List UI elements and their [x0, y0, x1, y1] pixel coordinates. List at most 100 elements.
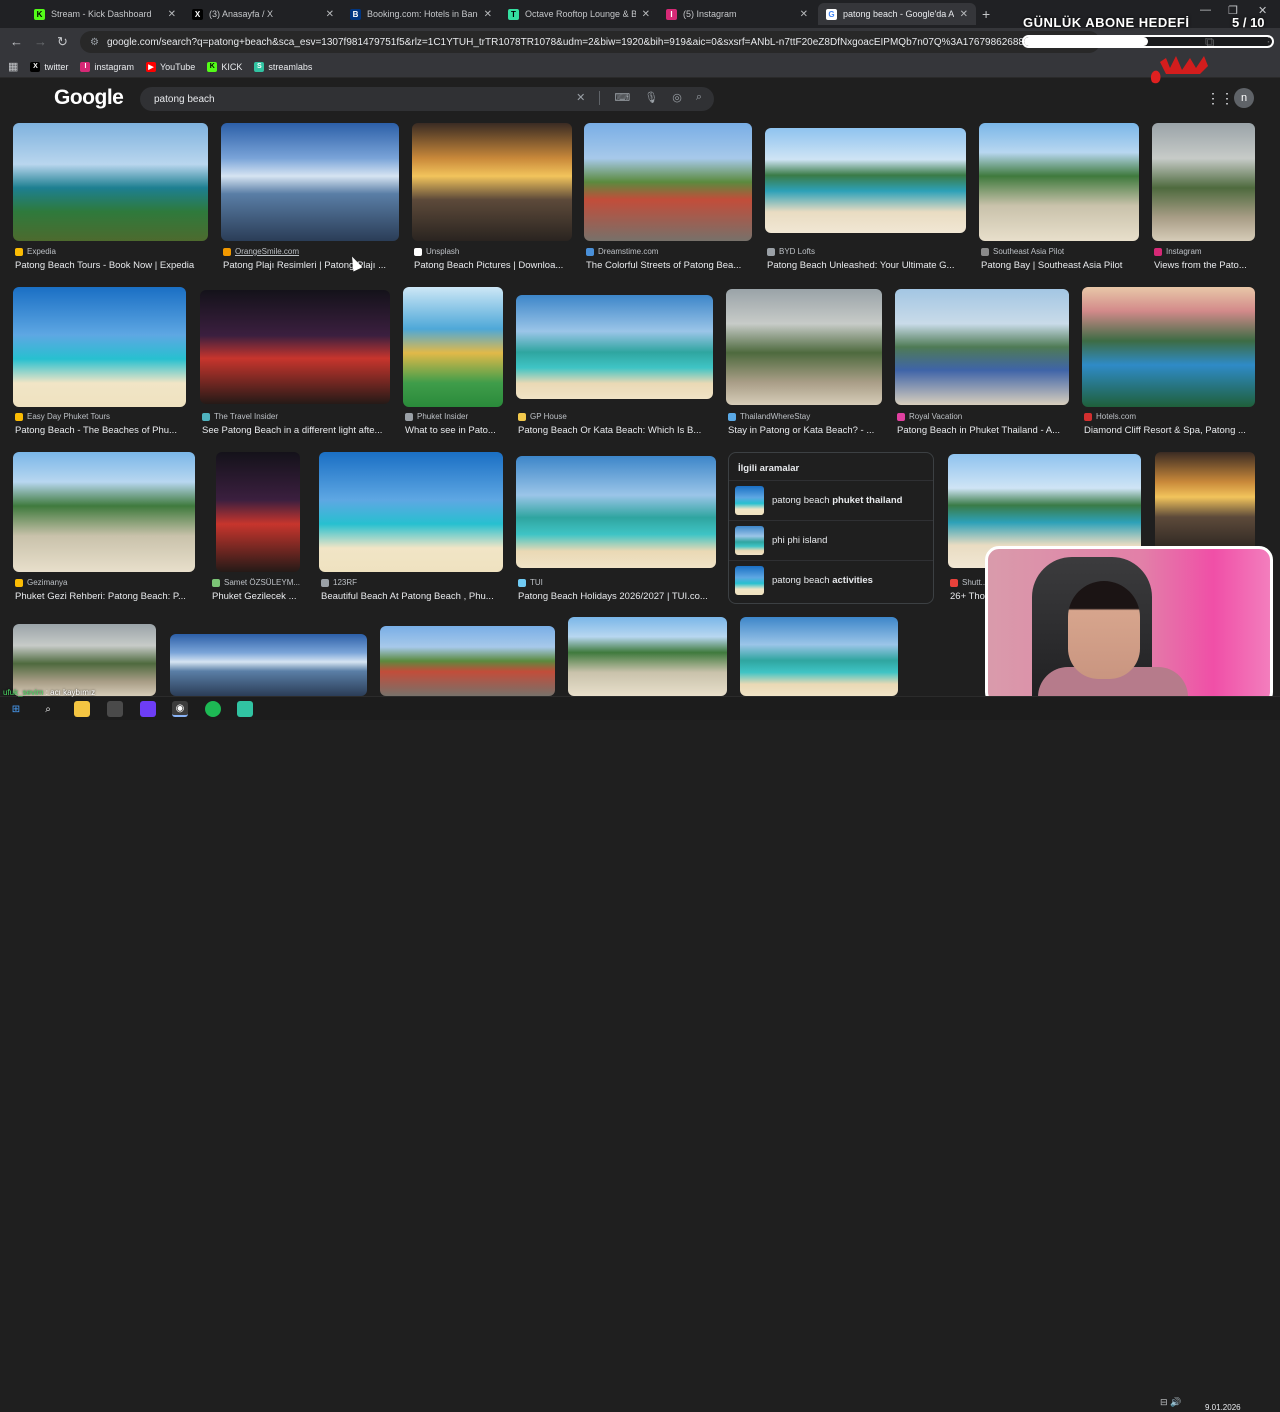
result-caption[interactable]: Diamond Cliff Resort & Spa, Patong ...	[1084, 425, 1257, 436]
close-icon[interactable]: ✕	[168, 9, 176, 20]
image-result[interactable]: The Travel Insider See Patong Beach in a…	[200, 290, 390, 437]
result-thumbnail[interactable]	[979, 123, 1139, 241]
close-icon[interactable]: ✕	[326, 9, 334, 20]
result-source[interactable]: GP House	[530, 412, 567, 421]
image-result[interactable]: Hotels.com Diamond Cliff Resort & Spa, P…	[1082, 287, 1255, 437]
result-caption[interactable]: Views from the Pato...	[1154, 260, 1257, 271]
close-icon[interactable]: ✕	[642, 9, 650, 20]
address-bar[interactable]: ⚙ google.com/search?q=patong+beach&sca_e…	[80, 31, 1100, 53]
result-caption[interactable]: Patong Beach Tours - Book Now | Expedia	[15, 260, 210, 271]
forward-icon[interactable]: →	[34, 34, 47, 49]
result-thumbnail[interactable]	[516, 295, 713, 399]
result-thumbnail[interactable]	[1082, 287, 1255, 407]
result-source[interactable]: Samet ÖZSÜLEYM...	[224, 578, 300, 587]
avatar[interactable]: n	[1234, 88, 1254, 108]
result-caption[interactable]: What to see in Pato...	[405, 425, 505, 436]
result-thumbnail[interactable]	[13, 287, 186, 407]
result-source[interactable]: Phuket Insider	[417, 412, 468, 421]
tab-octave[interactable]: T Octave Rooftop Lounge & Bar, Ba ✕	[500, 3, 658, 25]
result-source[interactable]: 123RF	[333, 578, 357, 587]
reload-icon[interactable]: ↻	[57, 34, 68, 50]
tab-kick-dashboard[interactable]: K Stream - Kick Dashboard ✕	[26, 3, 184, 25]
result-source[interactable]: Southeast Asia Pilot	[993, 247, 1064, 256]
result-source[interactable]: Shutt...	[962, 578, 987, 587]
result-source[interactable]: Instagram	[1166, 247, 1202, 256]
search-input[interactable]: patong beach	[154, 94, 215, 105]
result-source[interactable]: The Travel Insider	[214, 412, 278, 421]
result-caption[interactable]: Patong Beach Holidays 2026/2027 | TUI.co…	[518, 591, 718, 602]
result-thumbnail[interactable]	[13, 123, 208, 241]
related-search-item[interactable]: patong beach phuket thailand	[729, 480, 933, 520]
apps-grid-icon[interactable]: ▦	[8, 60, 18, 73]
close-icon[interactable]: ✕	[800, 9, 808, 20]
taskbar-date[interactable]: 9.01.2026	[1205, 1403, 1241, 1412]
google-apps-icon[interactable]: ⋮⋮	[1206, 90, 1234, 107]
result-thumbnail[interactable]	[200, 290, 390, 404]
result-thumbnail[interactable]	[216, 452, 300, 572]
result-thumbnail[interactable]	[895, 289, 1069, 405]
image-result[interactable]: Gezimanya Phuket Gezi Rehberi: Patong Be…	[13, 452, 195, 604]
close-icon[interactable]: ✕	[960, 9, 968, 20]
related-search-item[interactable]: patong beach activities	[729, 560, 933, 600]
image-result[interactable]: 123RF Beautiful Beach At Patong Beach , …	[319, 452, 503, 604]
windows-start-icon[interactable]: ⊞	[8, 701, 24, 717]
image-result[interactable]: GP House Patong Beach Or Kata Beach: Whi…	[516, 295, 713, 437]
back-icon[interactable]: ←	[10, 34, 23, 49]
result-caption[interactable]: Patong Beach Unleashed: Your Ultimate G.…	[767, 260, 968, 271]
result-thumbnail[interactable]	[412, 123, 572, 241]
result-thumbnail[interactable]	[380, 626, 555, 696]
site-info-icon[interactable]: ⚙	[90, 37, 99, 48]
related-search-item[interactable]: phi phi island	[729, 520, 933, 560]
result-source[interactable]: OrangeSmile.com	[235, 247, 299, 256]
result-caption[interactable]: Patong Bay | Southeast Asia Pilot	[981, 260, 1141, 271]
bookmark-kick[interactable]: K KICK	[207, 61, 242, 72]
result-caption[interactable]: Phuket Gezi Rehberi: Patong Beach: P...	[15, 591, 197, 602]
result-thumbnail[interactable]	[1155, 452, 1255, 552]
result-caption[interactable]: Stay in Patong or Kata Beach? - ...	[728, 425, 884, 436]
result-thumbnail[interactable]	[1152, 123, 1255, 241]
result-thumbnail[interactable]	[726, 289, 882, 405]
result-thumbnail[interactable]	[516, 456, 716, 568]
image-result[interactable]	[740, 617, 898, 696]
result-source[interactable]: Royal Vacation	[909, 412, 962, 421]
result-thumbnail[interactable]	[319, 452, 503, 572]
result-caption[interactable]: See Patong Beach in a different light af…	[202, 425, 392, 436]
result-source[interactable]: Hotels.com	[1096, 412, 1136, 421]
result-source[interactable]: Expedia	[27, 247, 56, 256]
result-caption[interactable]: The Colorful Streets of Patong Bea...	[586, 260, 754, 271]
image-result[interactable]: Instagram Views from the Pato...	[1152, 123, 1255, 273]
image-result[interactable]	[13, 624, 156, 696]
search-box[interactable]: patong beach ✕ ⌨ 🎙 ◎ ⌕	[140, 87, 714, 111]
keyboard-icon[interactable]: ⌨	[614, 91, 630, 105]
image-result[interactable]: Phuket Insider What to see in Pato...	[403, 287, 503, 437]
tab-google-search[interactable]: G patong beach - Google'da Ara ✕	[818, 3, 976, 25]
result-source[interactable]: TUI	[530, 578, 543, 587]
result-source[interactable]: Gezimanya	[27, 578, 67, 587]
result-thumbnail[interactable]	[568, 617, 727, 696]
streamlabs-icon[interactable]	[237, 701, 253, 717]
system-tray-icon[interactable]: ⊟ 🔊	[1160, 1397, 1181, 1408]
close-icon[interactable]: ✕	[484, 9, 492, 20]
image-result[interactable]: Easy Day Phuket Tours Patong Beach - The…	[13, 287, 186, 437]
result-thumbnail[interactable]	[740, 617, 898, 696]
image-result[interactable]	[568, 617, 727, 696]
image-result[interactable]: Samet ÖZSÜLEYM... Phuket Gezilecek ...	[210, 452, 306, 604]
tab-x[interactable]: X (3) Anasayfa / X ✕	[184, 3, 342, 25]
result-source[interactable]: Easy Day Phuket Tours	[27, 412, 110, 421]
result-caption[interactable]: Patong Beach Pictures | Downloa...	[414, 260, 574, 271]
file-explorer-icon[interactable]	[74, 701, 90, 717]
app-icon[interactable]	[140, 701, 156, 717]
result-source[interactable]: BYD Lofts	[779, 247, 815, 256]
bookmark-youtube[interactable]: ▶ YouTube	[145, 61, 195, 72]
result-caption[interactable]: Patong Plajı Resimleri | Patong Plajı ..…	[223, 260, 401, 271]
bookmark-twitter[interactable]: X twitter	[30, 61, 68, 72]
result-thumbnail[interactable]	[403, 287, 503, 407]
result-thumbnail[interactable]	[13, 624, 156, 696]
image-result[interactable]: Dreamstime.com The Colorful Streets of P…	[584, 123, 752, 273]
clear-icon[interactable]: ✕	[576, 91, 585, 105]
tab-booking[interactable]: B Booking.com: Hotels in Bangkok ✕	[342, 3, 500, 25]
image-result[interactable]: TUI Patong Beach Holidays 2026/2027 | TU…	[516, 456, 716, 604]
image-result[interactable]	[170, 634, 367, 696]
result-thumbnail[interactable]	[13, 452, 195, 572]
result-caption[interactable]: Beautiful Beach At Patong Beach , Phu...	[321, 591, 505, 602]
